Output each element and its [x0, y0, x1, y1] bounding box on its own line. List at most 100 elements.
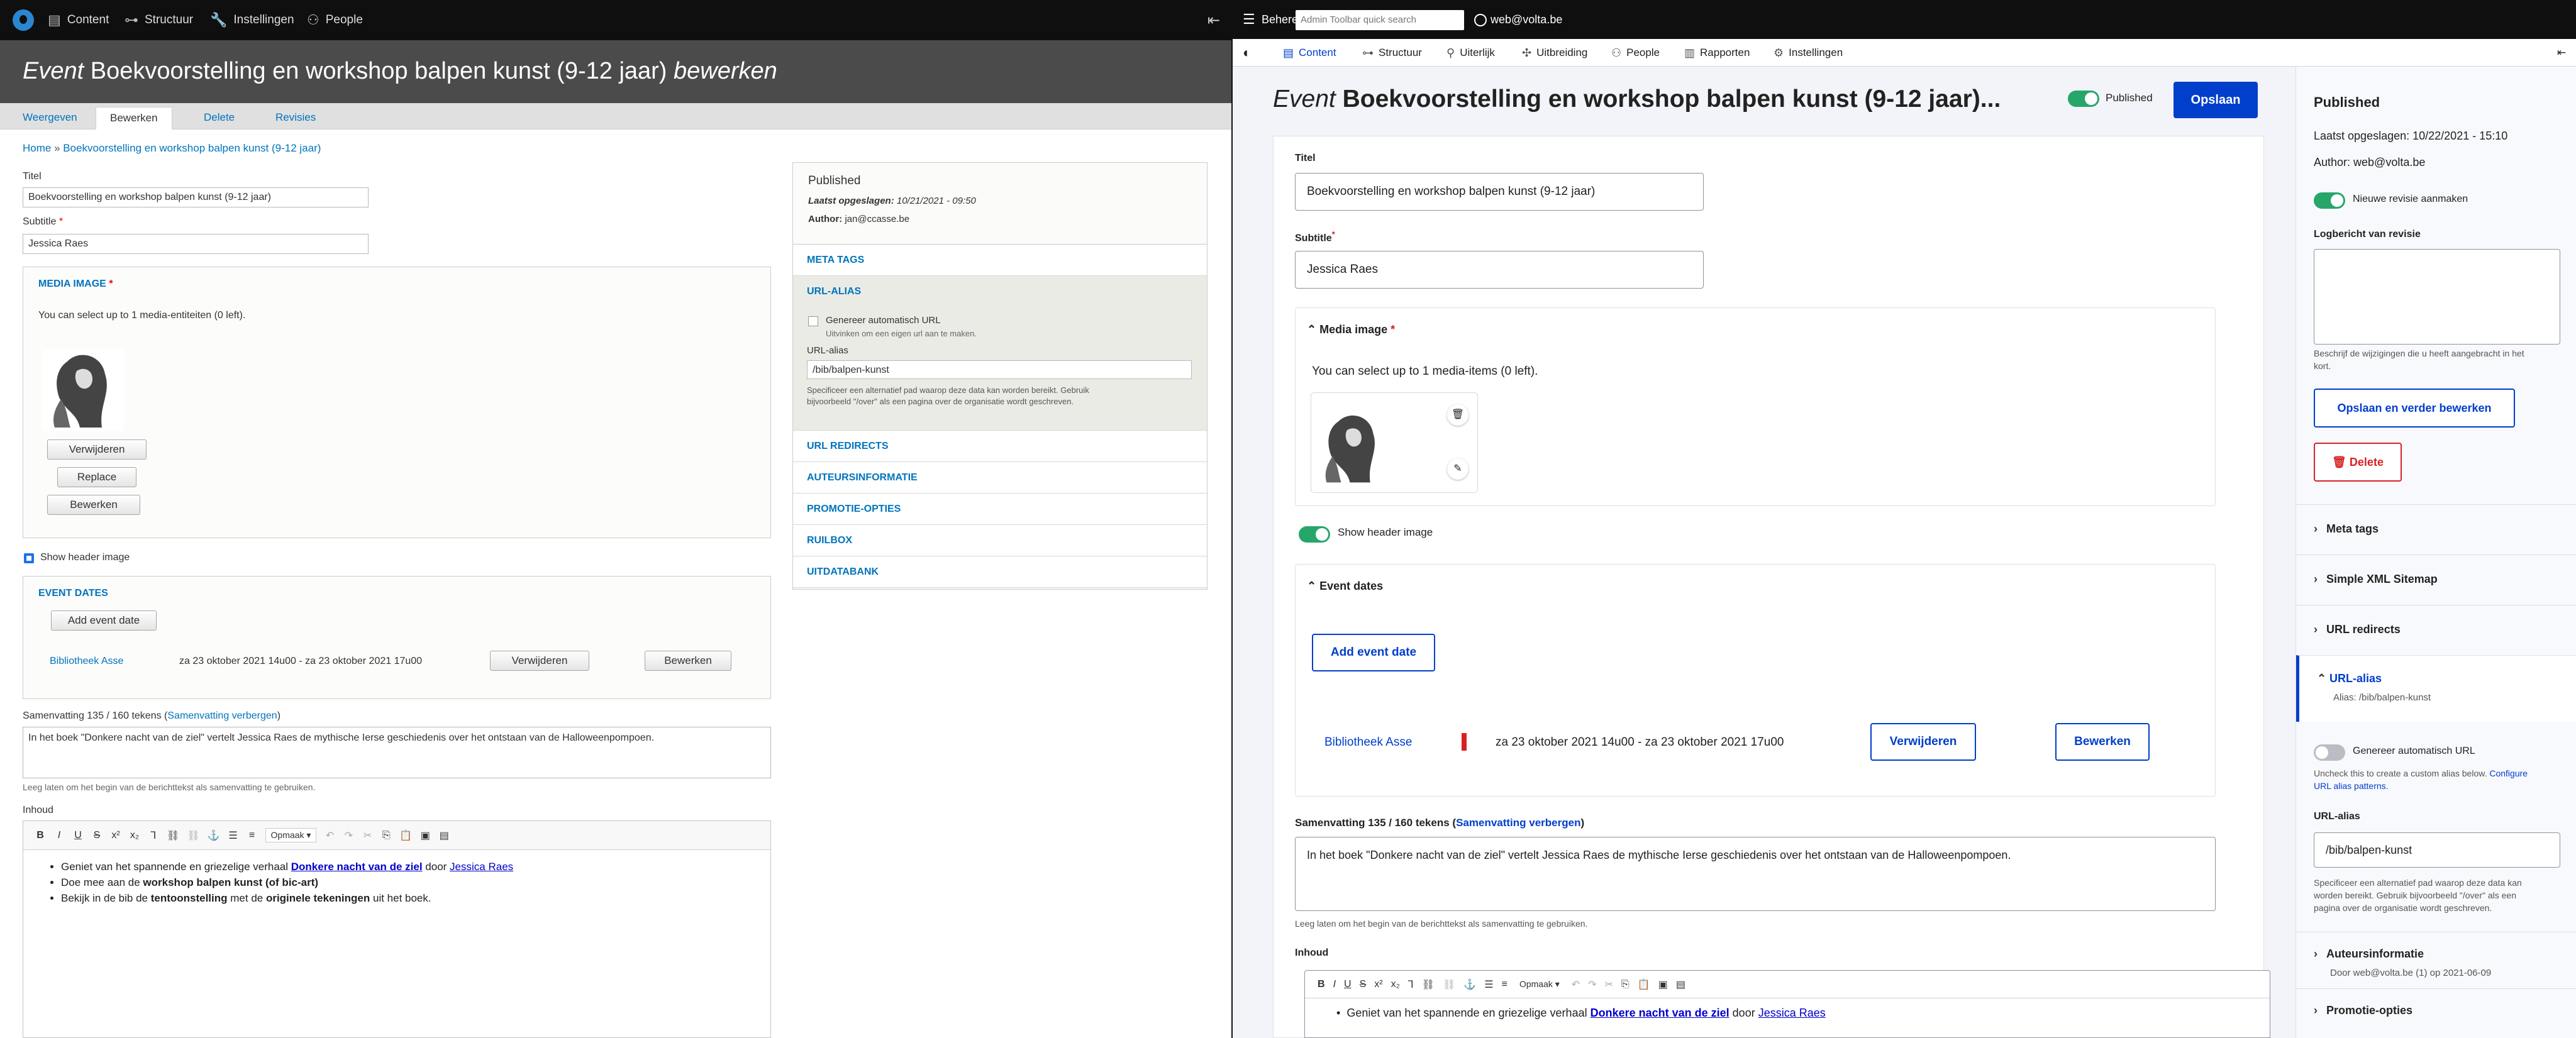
sidebar-meta-tags[interactable]: META TAGS	[793, 245, 1207, 276]
drupal-drop-icon[interactable]: ◐	[1243, 39, 1251, 67]
link-icon[interactable]: ⛓	[1422, 978, 1435, 991]
format-select[interactable]: Opmaak ▾	[265, 828, 317, 842]
book-link[interactable]: Donkere nacht van de ziel	[1591, 1007, 1729, 1019]
italic-icon[interactable]: I	[53, 830, 65, 841]
drupal-logo-icon[interactable]	[13, 9, 34, 31]
summary-textarea[interactable]: In het boek "Donkere nacht van de ziel" …	[1295, 837, 2216, 911]
tab-revisions[interactable]: Revisies	[262, 107, 330, 130]
tab-delete[interactable]: Delete	[190, 107, 248, 130]
breadcrumb-home[interactable]: Home	[23, 142, 51, 154]
media-item-card[interactable]: 🗑 ✎	[1311, 392, 1478, 493]
paste-icon[interactable]: 📋	[399, 829, 412, 842]
event-location-link[interactable]: Bibliotheek Asse	[1324, 736, 1412, 749]
save-button[interactable]: Opslaan	[2174, 82, 2258, 118]
remove-format-icon[interactable]: Ꞁ	[148, 829, 159, 842]
bulleted-list-icon[interactable]: ☰	[228, 829, 239, 842]
event-remove-button[interactable]: Verwijderen	[1870, 723, 1976, 761]
sidebar-sitemap[interactable]: › Simple XML Sitemap	[2296, 555, 2576, 605]
toolbar-structure[interactable]: ⊶ Structuur	[125, 0, 193, 40]
unlink-icon[interactable]: ⛓	[187, 829, 199, 842]
alias-input[interactable]: /bib/balpen-kunst	[2314, 832, 2560, 868]
book-link[interactable]: Donkere nacht van de ziel	[291, 861, 423, 873]
title-input[interactable]: Boekvoorstelling en workshop balpen kuns…	[23, 187, 369, 207]
remove-format-icon[interactable]: Ꞁ	[1408, 978, 1414, 991]
paste-text-icon[interactable]: ▣	[1658, 978, 1668, 991]
numbered-list-icon[interactable]: ≡	[247, 830, 258, 841]
admin-search-input[interactable]: Admin Toolbar quick search	[1296, 10, 1464, 30]
editor-content[interactable]: Geniet van het spannende en griezelige v…	[23, 850, 770, 915]
delete-button[interactable]: 🗑 Delete	[2314, 443, 2402, 482]
tab-edit[interactable]: Bewerken	[96, 107, 172, 130]
author-link[interactable]: Jessica Raes	[450, 861, 513, 873]
cut-icon[interactable]: ✂	[1605, 978, 1613, 991]
undo-icon[interactable]: ↶	[1572, 978, 1580, 991]
nav-extend[interactable]: ✣ Uitbreiding	[1522, 39, 1587, 67]
body-editor[interactable]: B I U S x² x₂ Ꞁ ⛓ ⛓ ⚓ ☰ ≡ Opmaak ▾ ↶ ↷ ✂…	[23, 820, 771, 1038]
auto-url-toggle[interactable]	[2314, 744, 2345, 761]
sidebar-ruilbox[interactable]: RUILBOX	[793, 525, 1207, 556]
sidebar-promotion[interactable]: › Promotie-opties	[2296, 988, 2576, 1038]
nav-reports[interactable]: ▥ Rapporten	[1684, 39, 1750, 67]
undo-icon[interactable]: ↶	[324, 829, 335, 842]
superscript-icon[interactable]: x²	[1374, 979, 1382, 990]
show-header-toggle[interactable]	[1299, 526, 1330, 543]
summary-toggle-link[interactable]: Samenvatting verbergen	[1456, 817, 1580, 829]
link-icon[interactable]: ⛓	[167, 829, 179, 842]
cut-icon[interactable]: ✂	[362, 829, 373, 842]
configure-link-2[interactable]: URL alias patterns.	[2314, 781, 2389, 791]
published-toggle[interactable]	[2068, 91, 2099, 107]
menu-icon[interactable]: ☰	[1243, 0, 1255, 39]
anchor-icon[interactable]: ⚓	[208, 829, 220, 842]
underline-icon[interactable]: U	[1344, 979, 1352, 990]
sidebar-url-redirects[interactable]: › URL redirects	[2296, 605, 2576, 655]
author-link[interactable]: Jessica Raes	[1758, 1007, 1826, 1019]
body-editor[interactable]: B I U S x² x₂ Ꞁ ⛓ ⛓ ⚓ ☰ ≡ Opmaak ▾ ↶ ↷ ✂…	[1304, 970, 2270, 1038]
toolbar-people[interactable]: ⚇ People	[307, 0, 363, 40]
numbered-list-icon[interactable]: ≡	[1502, 979, 1507, 990]
add-event-date-button[interactable]: Add event date	[1312, 634, 1435, 671]
paste-text-icon[interactable]: ▣	[419, 829, 431, 842]
subtitle-input[interactable]: Jessica Raes	[23, 234, 369, 254]
event-location-link[interactable]: Bibliotheek Asse	[50, 656, 123, 667]
nav-content[interactable]: ▤ Content	[1283, 39, 1336, 67]
format-select[interactable]: Opmaak ▾	[1516, 978, 1563, 991]
revision-log-textarea[interactable]	[2314, 249, 2560, 345]
paste-icon[interactable]: 📋	[1638, 978, 1650, 991]
underline-icon[interactable]: U	[72, 830, 84, 841]
nav-configuration[interactable]: ⚙ Instellingen	[1774, 39, 1843, 67]
configure-link[interactable]: Configure	[2489, 768, 2528, 778]
paste-word-icon[interactable]: ▤	[1676, 978, 1685, 991]
superscript-icon[interactable]: x²	[110, 830, 121, 841]
summary-textarea[interactable]: In het boek "Donkere nacht van de ziel" …	[23, 727, 771, 778]
event-remove-button[interactable]: Verwijderen	[490, 651, 589, 671]
media-image-summary[interactable]: ⌃ Media image *	[1307, 323, 1395, 336]
nav-structure[interactable]: ⊶ Structuur	[1362, 39, 1422, 67]
media-replace-button[interactable]: Replace	[57, 467, 136, 487]
breadcrumb-current[interactable]: Boekvoorstelling en workshop balpen kuns…	[63, 142, 321, 154]
sidebar-author-info[interactable]: AUTEURSINFORMATIE	[793, 462, 1207, 494]
media-remove-button[interactable]: Verwijderen	[47, 439, 147, 460]
nav-people[interactable]: ⚇ People	[1611, 39, 1660, 67]
copy-icon[interactable]: ⎘	[380, 830, 392, 841]
event-edit-button[interactable]: Bewerken	[645, 651, 731, 671]
unlink-icon[interactable]: ⛓	[1443, 978, 1455, 991]
subscript-icon[interactable]: x₂	[1391, 979, 1400, 990]
strikethrough-icon[interactable]: S	[91, 830, 103, 841]
save-continue-button[interactable]: Opslaan en verder bewerken	[2314, 389, 2515, 428]
bulleted-list-icon[interactable]: ☰	[1484, 978, 1493, 991]
trash-icon[interactable]: 🗑	[1447, 404, 1468, 426]
sidebar-uitdatabank[interactable]: UITDATABANK	[793, 556, 1207, 588]
bold-icon[interactable]: B	[35, 830, 46, 841]
user-link[interactable]: web@volta.be	[1474, 0, 1562, 39]
sidebar-promotion[interactable]: PROMOTIE-OPTIES	[793, 494, 1207, 525]
italic-icon[interactable]: I	[1333, 979, 1336, 990]
sidebar-url-redirects[interactable]: URL REDIRECTS	[793, 431, 1207, 462]
collapse-arrow-icon[interactable]: ⇤	[2557, 39, 2566, 67]
editor-content[interactable]: • Geniet van het spannende en griezelige…	[1305, 998, 2270, 1027]
anchor-icon[interactable]: ⚓	[1463, 978, 1476, 991]
subscript-icon[interactable]: x₂	[129, 830, 140, 841]
paste-word-icon[interactable]: ▤	[438, 829, 450, 842]
media-thumbnail[interactable]	[42, 349, 124, 431]
media-edit-button[interactable]: Bewerken	[47, 495, 140, 515]
show-header-checkbox[interactable]	[24, 553, 34, 563]
